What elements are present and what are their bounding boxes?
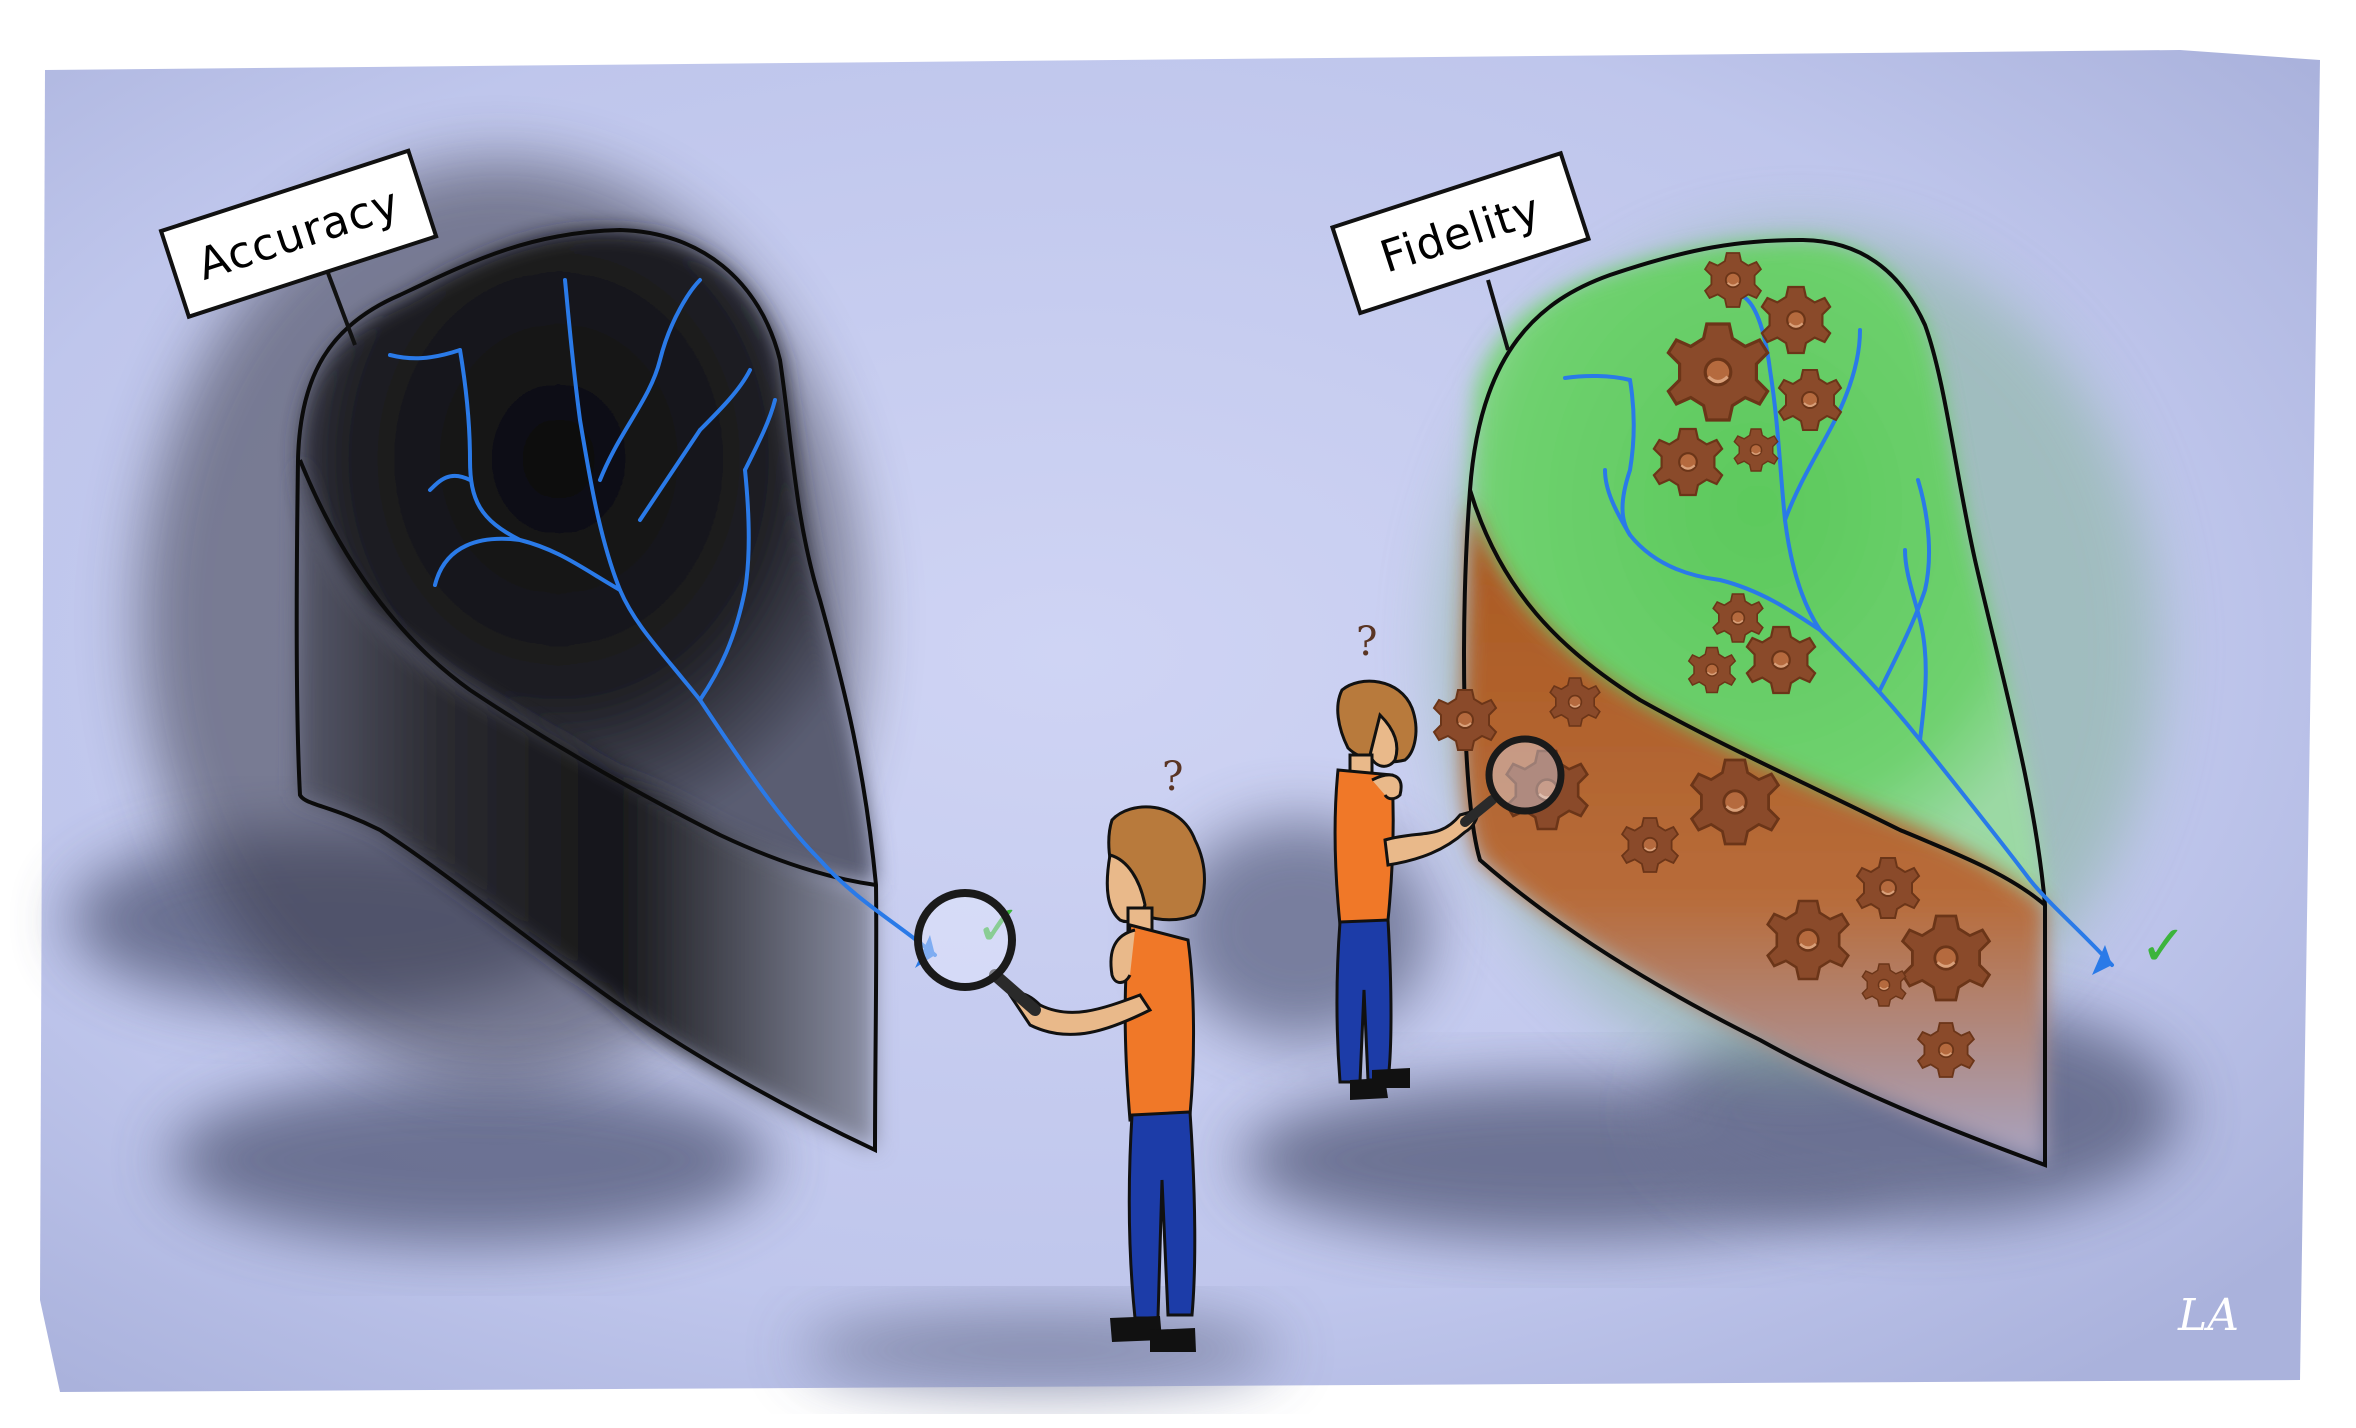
question-mark-icon: ? <box>1162 754 1183 800</box>
check-mark-icon: ✓ <box>2140 914 2187 979</box>
artist-signature: LA <box>2177 1290 2239 1341</box>
question-mark-icon: ? <box>1356 619 1377 665</box>
illustration: Accuracy Fidelity ✓ ? ? LA <box>0 0 2356 1428</box>
